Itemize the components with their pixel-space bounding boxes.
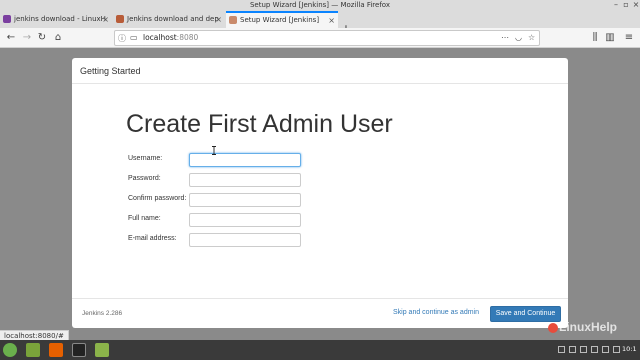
username-label: Username: (128, 155, 163, 162)
confirm-password-label: Confirm password: (128, 195, 187, 202)
forward-icon[interactable]: → (20, 31, 34, 45)
tab-linuxhelp[interactable]: jenkins download - LinuxH × (0, 11, 112, 28)
text-cursor-icon (212, 146, 216, 155)
username-field[interactable] (189, 153, 301, 167)
back-icon[interactable]: ← (4, 31, 18, 45)
network-icon[interactable] (591, 346, 598, 353)
page-icon: ▭ (130, 33, 138, 42)
window-title: Setup Wizard [Jenkins] — Mozilla Firefox (249, 1, 390, 9)
minimize-icon[interactable]: – (612, 1, 620, 9)
page-actions-icon[interactable]: ⋯ (501, 32, 509, 44)
battery-icon[interactable] (613, 346, 620, 353)
tab-bar: jenkins download - LinuxH × Jenkins down… (0, 10, 640, 35)
pocket-icon[interactable]: ◡ (515, 32, 522, 44)
files-icon[interactable] (95, 343, 109, 357)
watermark-circle-icon (548, 322, 558, 333)
tab-close-icon[interactable]: × (328, 13, 335, 28)
jenkins-favicon-icon (116, 15, 124, 23)
show-desktop-icon[interactable] (26, 343, 40, 357)
jenkins-favicon-icon (229, 16, 237, 24)
watermark-logo: LinuxHelp (548, 320, 617, 334)
tab-label: jenkins download - LinuxH (14, 15, 106, 23)
start-menu-icon[interactable] (3, 343, 17, 357)
site-info-icon[interactable]: ⓘ (118, 33, 126, 44)
url-text: localhost:8080 (143, 33, 199, 42)
tray-icon[interactable] (558, 346, 565, 353)
taskbar: 10:1 (0, 340, 640, 360)
navigation-bar: ← → ↻ ⌂ ⓘ ▭ localhost:8080 ⋯ ◡ ☆ ⫼ ▥ ≡ (0, 28, 640, 48)
maximize-icon[interactable]: ▫ (622, 1, 630, 9)
password-label: Password: (128, 175, 161, 182)
tray-icon[interactable] (580, 346, 587, 353)
linuxhelp-favicon-icon (3, 15, 11, 23)
dialog-header: Getting Started (72, 58, 568, 84)
firefox-icon[interactable] (49, 343, 63, 357)
email-field[interactable] (189, 233, 301, 247)
clock[interactable]: 10:1 (622, 345, 637, 353)
setup-wizard-dialog: Getting Started Create First Admin User … (72, 58, 568, 328)
terminal-icon[interactable] (72, 343, 86, 357)
dialog-title: Getting Started (80, 66, 141, 76)
url-bar[interactable]: ⓘ ▭ localhost:8080 ⋯ ◡ ☆ (114, 30, 540, 46)
page-title: Create First Admin User (126, 110, 393, 138)
tab-setup-wizard[interactable]: Setup Wizard [Jenkins] × (226, 11, 338, 28)
sidebar-icon[interactable]: ▥ (603, 31, 617, 45)
dialog-footer: Jenkins 2.286 Skip and continue as admin… (72, 298, 568, 328)
reload-icon[interactable]: ↻ (35, 31, 49, 45)
tab-close-icon[interactable]: × (215, 11, 222, 28)
skip-continue-as-admin-link[interactable]: Skip and continue as admin (393, 309, 479, 316)
jenkins-version: Jenkins 2.286 (82, 310, 123, 317)
full-name-label: Full name: (128, 215, 161, 222)
tab-jenkins-download[interactable]: Jenkins download and dep × (113, 11, 225, 28)
library-icon[interactable]: ⫼ (588, 31, 602, 45)
menu-icon[interactable]: ≡ (622, 31, 636, 45)
tab-label: Jenkins download and dep (127, 15, 219, 23)
volume-icon[interactable] (602, 346, 609, 353)
email-label: E-mail address: (128, 235, 177, 242)
tab-label: Setup Wizard [Jenkins] (240, 16, 320, 24)
home-icon[interactable]: ⌂ (51, 31, 65, 45)
tab-close-icon[interactable]: × (102, 11, 109, 28)
bookmark-star-icon[interactable]: ☆ (528, 32, 535, 44)
page-backdrop: Getting Started Create First Admin User … (0, 48, 640, 340)
password-field[interactable] (189, 173, 301, 187)
full-name-field[interactable] (189, 213, 301, 227)
tray-icon[interactable] (569, 346, 576, 353)
confirm-password-field[interactable] (189, 193, 301, 207)
window-titlebar: Setup Wizard [Jenkins] — Mozilla Firefox… (0, 0, 640, 10)
window-close-icon[interactable]: × (632, 1, 640, 9)
